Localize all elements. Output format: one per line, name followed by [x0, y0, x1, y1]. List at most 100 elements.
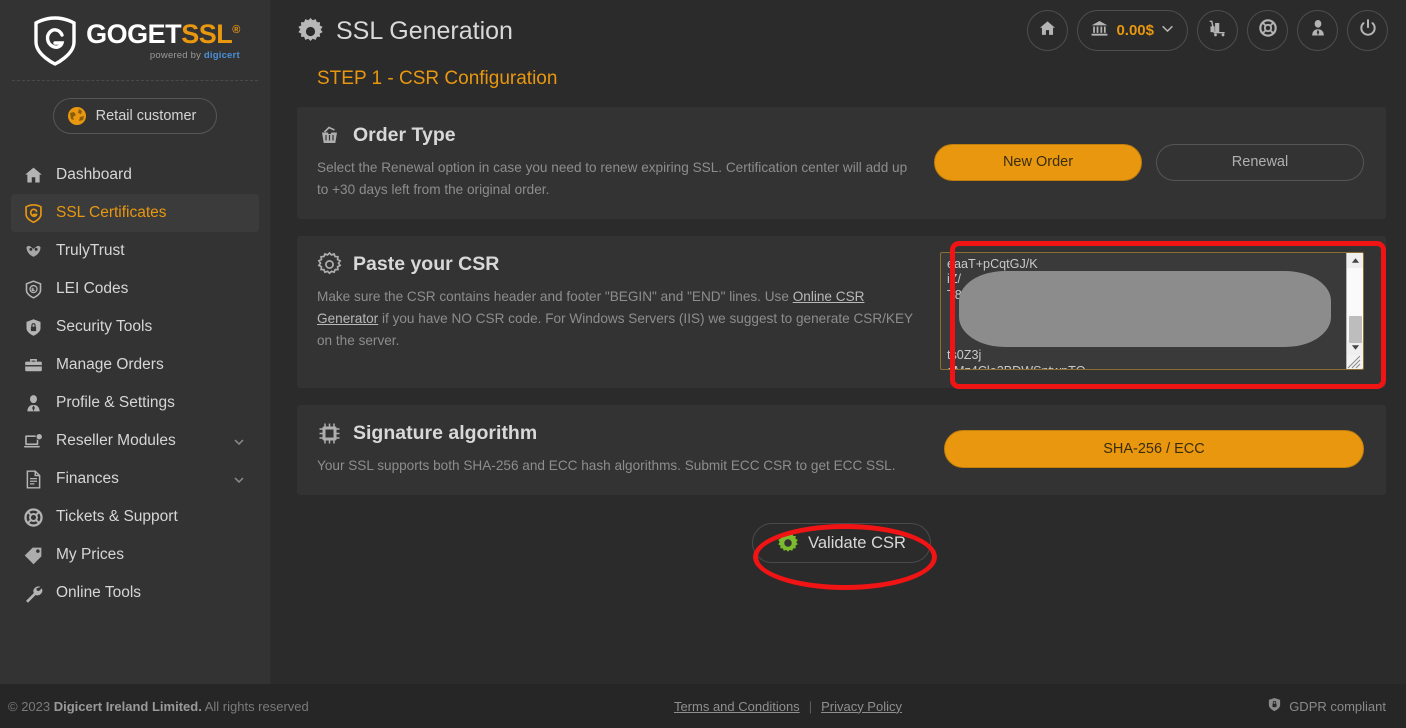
- sidebar-item-dashboard[interactable]: Dashboard: [11, 156, 259, 194]
- globe-icon: [67, 106, 87, 126]
- balance-dropdown[interactable]: 0.00$: [1077, 10, 1188, 51]
- copyright-company: Digicert Ireland Limited.: [53, 698, 202, 714]
- sidebar-item-reseller-modules[interactable]: Reseller Modules: [11, 422, 259, 460]
- sidebar-item-ssl-certificates[interactable]: SSL Certificates: [11, 194, 259, 232]
- sidebar-nav: Dashboard SSL Certificates TrulyTrust LE…: [0, 156, 270, 612]
- gear-icon: [297, 17, 324, 45]
- shield-g-logo-icon: [30, 15, 80, 67]
- basket-icon: [317, 123, 342, 148]
- order-type-panel: Order Type Select the Renewal option in …: [297, 107, 1386, 220]
- signature-algorithm-panel: Signature algorithm Your SSL supports bo…: [297, 405, 1386, 496]
- gdpr-label: GDPR compliant: [1289, 698, 1386, 714]
- footer-links: Terms and Conditions | Privacy Policy: [309, 699, 1267, 714]
- retail-customer-button[interactable]: Retail customer: [52, 98, 218, 134]
- copyright-prefix: © 2023: [8, 698, 54, 714]
- user-tie-icon: [21, 391, 45, 415]
- cart-button[interactable]: [1197, 10, 1238, 51]
- panel-description: Make sure the CSR contains header and fo…: [317, 286, 922, 352]
- profile-icon: [1308, 18, 1328, 43]
- brand-logo[interactable]: GOGETSSL® powered by digicert: [0, 0, 270, 76]
- panel-description: Select the Renewal option in case you ne…: [317, 160, 908, 198]
- sidebar-item-my-prices[interactable]: My Prices: [11, 536, 259, 574]
- owl-icon: [21, 239, 45, 263]
- caret-up-icon[interactable]: [1347, 253, 1363, 269]
- green-gear-icon: [777, 532, 799, 554]
- privacy-policy-link[interactable]: Privacy Policy: [821, 699, 902, 714]
- copyright-suffix: All rights reserved: [201, 698, 309, 714]
- sidebar-item-label: Tickets & Support: [56, 508, 178, 525]
- sidebar-item-label: Profile & Settings: [56, 394, 175, 411]
- sidebar-item-label: SSL Certificates: [56, 204, 167, 221]
- chevron-down-icon[interactable]: [233, 435, 245, 447]
- footer-separator: |: [808, 698, 813, 714]
- balance-amount: 0.00$: [1116, 22, 1154, 39]
- csr-desc-part2: if you have NO CSR code. For Windows Ser…: [317, 311, 913, 349]
- wrench-icon: [21, 581, 45, 605]
- scrollbar-track[interactable]: [1347, 268, 1363, 344]
- validate-csr-button[interactable]: Validate CSR: [752, 523, 931, 564]
- csr-textarea[interactable]: eaaT+pCqtGJ/K iZ/ WHzV T8 ts0Z3j qMz4Cle…: [940, 252, 1364, 371]
- lifebuoy-icon: [21, 505, 45, 529]
- paste-csr-panel: Paste your CSR Make sure the CSR contain…: [297, 236, 1386, 389]
- sidebar-item-label: Online Tools: [56, 584, 142, 601]
- step-title: STEP 1 - CSR Configuration: [317, 68, 558, 89]
- monitor-icon: [21, 429, 45, 453]
- sidebar-item-manage-orders[interactable]: Manage Orders: [11, 346, 259, 384]
- scrollbar-thumb[interactable]: [1349, 316, 1362, 344]
- sidebar-item-label: Security Tools: [56, 318, 153, 335]
- ssl-shield-icon: [21, 201, 45, 225]
- briefcase-icon: [21, 353, 45, 377]
- app-root: GOGETSSL® powered by digicert Retail cus…: [0, 0, 1406, 728]
- sidebar-item-security-tools[interactable]: Security Tools: [11, 308, 259, 346]
- power-icon: [1358, 18, 1378, 43]
- sidebar-item-trulytrust[interactable]: TrulyTrust: [11, 232, 259, 270]
- support-button[interactable]: [1247, 10, 1288, 51]
- renewal-button[interactable]: Renewal: [1156, 143, 1364, 181]
- sidebar-item-label: Dashboard: [56, 166, 132, 183]
- csr-scrollbar[interactable]: [1346, 253, 1363, 370]
- price-tag-icon: [21, 543, 45, 567]
- terms-and-conditions-link[interactable]: Terms and Conditions: [674, 699, 800, 714]
- top-toolbar: 0.00$: [1027, 10, 1388, 51]
- sidebar-item-label: Finances: [56, 470, 119, 487]
- gdpr-badge: GDPR compliant: [1267, 696, 1386, 716]
- validate-csr-label: Validate CSR: [808, 533, 906, 552]
- brand-wordmark: GOGETSSL®: [86, 19, 240, 50]
- panel-title: Order Type: [353, 124, 456, 146]
- document-icon: [21, 467, 45, 491]
- chevron-down-icon[interactable]: [233, 473, 245, 485]
- sidebar-item-label: Manage Orders: [56, 356, 164, 373]
- sidebar-item-finances[interactable]: Finances: [11, 460, 259, 498]
- profile-button[interactable]: [1297, 10, 1338, 51]
- order-type-options: New Order Renewal: [934, 143, 1364, 181]
- logout-button[interactable]: [1347, 10, 1388, 51]
- sidebar-item-label: My Prices: [56, 546, 125, 563]
- copyright: © 2023 Digicert Ireland Limited. All rig…: [8, 699, 309, 714]
- sidebar-divider: [12, 80, 258, 81]
- sidebar-item-profile-settings[interactable]: Profile & Settings: [11, 384, 259, 422]
- footer: © 2023 Digicert Ireland Limited. All rig…: [0, 684, 1406, 728]
- redaction-overlay: [959, 271, 1331, 348]
- panel-title: Paste your CSR: [353, 253, 500, 276]
- chevron-down-icon: [1161, 22, 1174, 40]
- sidebar-item-online-tools[interactable]: Online Tools: [11, 574, 259, 612]
- sidebar: GOGETSSL® powered by digicert Retail cus…: [0, 0, 271, 728]
- retail-customer-label: Retail customer: [95, 108, 197, 124]
- home-icon: [1038, 19, 1057, 43]
- panel-description: Your SSL supports both SHA-256 and ECC h…: [317, 458, 896, 474]
- sidebar-item-label: TrulyTrust: [56, 242, 125, 259]
- sidebar-item-label: LEI Codes: [56, 280, 129, 297]
- signature-algorithm-button[interactable]: SHA-256 / ECC: [944, 430, 1364, 469]
- resize-grip-icon[interactable]: [1347, 355, 1363, 369]
- sidebar-item-lei-codes[interactable]: LEI Codes: [11, 270, 259, 308]
- sidebar-item-label: Reseller Modules: [56, 432, 176, 449]
- support-icon: [1258, 18, 1278, 43]
- gear-icon: [317, 251, 342, 277]
- page-title: SSL Generation: [336, 16, 513, 45]
- panel-title: Signature algorithm: [353, 422, 538, 445]
- new-order-button[interactable]: New Order: [934, 143, 1142, 181]
- sidebar-item-tickets-support[interactable]: Tickets & Support: [11, 498, 259, 536]
- badge-icon: [21, 277, 45, 301]
- home-button[interactable]: [1027, 10, 1069, 51]
- brand-tagline: powered by digicert: [149, 50, 240, 62]
